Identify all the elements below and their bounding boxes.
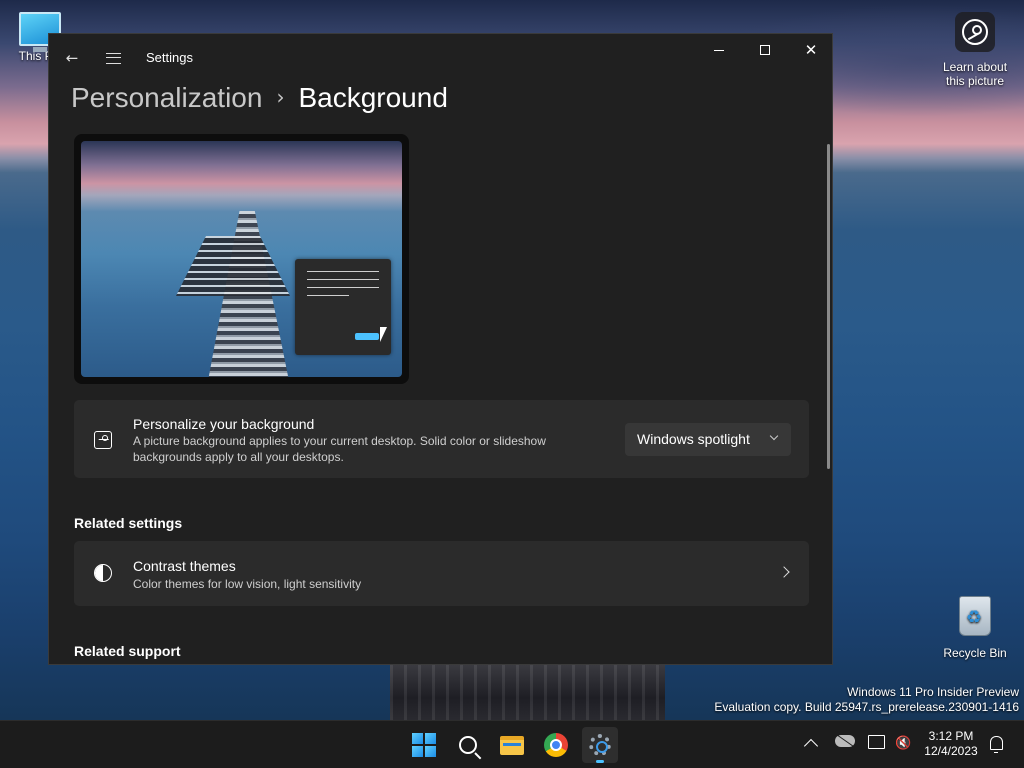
chevron-down-icon: [769, 431, 779, 441]
chrome-button[interactable]: [538, 727, 574, 763]
onedrive-icon[interactable]: [835, 735, 855, 747]
close-icon: ✕: [804, 41, 818, 59]
breadcrumb-chevron-icon: ›: [276, 85, 285, 109]
build-watermark: Windows 11 Pro Insider Preview Evaluatio…: [714, 685, 1019, 715]
watermark-line: Windows 11 Pro Insider Preview: [847, 685, 1019, 699]
background-type-dropdown[interactable]: Windows spotlight: [625, 423, 791, 456]
contrast-icon: [94, 564, 112, 582]
chevron-right-icon: [778, 566, 790, 578]
clock-time: 3:12 PM: [928, 729, 974, 743]
search-button[interactable]: [450, 727, 486, 763]
desktop-icon-learn-about-picture[interactable]: Learn about this picture: [936, 12, 1014, 88]
contrast-themes-description: Color themes for low vision, light sensi…: [133, 577, 362, 591]
breadcrumb: Personalization › Background: [71, 80, 448, 118]
volume-muted-icon[interactable]: 🔇: [895, 736, 911, 751]
minimize-button[interactable]: [696, 34, 742, 66]
settings-window: ← Settings ✕ Personalization › Background: [48, 33, 833, 665]
contrast-themes-title: Contrast themes: [133, 558, 236, 574]
dropdown-value: Windows spotlight: [637, 431, 750, 447]
active-app-indicator: [596, 760, 604, 763]
desktop-icon-label: this picture: [945, 74, 1005, 88]
spotlight-icon: [955, 12, 995, 52]
maximize-button[interactable]: [742, 34, 788, 66]
gear-icon: [589, 734, 611, 756]
nav-menu-button[interactable]: [99, 44, 127, 72]
maximize-icon: [760, 45, 770, 55]
window-title: Settings: [146, 50, 193, 65]
preview-window-mockup: [295, 259, 391, 355]
folder-icon: [500, 735, 524, 755]
start-button[interactable]: [406, 727, 442, 763]
background-card-description: A picture background applies to your cur…: [133, 434, 546, 464]
scrollbar[interactable]: [827, 144, 830, 469]
clock[interactable]: 3:12 PM 12/4/2023: [915, 729, 987, 759]
close-button[interactable]: ✕: [788, 34, 832, 66]
hamburger-icon: [105, 52, 121, 64]
taskbar: 🔇 3:12 PM 12/4/2023: [0, 720, 1024, 768]
title-bar: ← Settings ✕: [49, 34, 832, 82]
preview-pier-planks: [176, 236, 290, 296]
back-button[interactable]: ←: [58, 44, 86, 72]
background-card-title: Personalize your background: [133, 416, 315, 432]
minimize-icon: [714, 49, 724, 51]
show-hidden-icons-button[interactable]: [803, 738, 819, 754]
windows-logo-icon: [412, 733, 436, 757]
related-settings-heading: Related settings: [74, 515, 183, 531]
back-arrow-icon: ←: [65, 49, 79, 67]
watermark-line: Evaluation copy. Build 25947.rs_prerelea…: [714, 700, 1019, 714]
search-icon: [459, 736, 477, 754]
wallpaper-pier: [390, 665, 665, 720]
clock-date: 12/4/2023: [924, 744, 978, 758]
preview-accent-button: [355, 333, 379, 340]
desktop-icon-recycle-bin[interactable]: Recycle Bin: [942, 596, 1008, 660]
mouse-cursor-icon: [380, 327, 392, 342]
recycle-bin-icon: [959, 596, 991, 636]
preview-image: [81, 141, 402, 377]
desktop-icon-label: Recycle Bin: [943, 646, 1007, 660]
file-explorer-button[interactable]: [494, 727, 530, 763]
picture-icon: [94, 431, 112, 449]
contrast-themes-link[interactable]: Contrast themes Color themes for low vis…: [74, 541, 809, 606]
settings-app-button[interactable]: [582, 727, 618, 763]
breadcrumb-personalization[interactable]: Personalization: [71, 82, 262, 113]
desktop-icon-label: Learn about: [942, 60, 1008, 74]
related-support-heading: Related support: [74, 643, 181, 659]
personalize-background-card: Personalize your background A picture ba…: [74, 400, 809, 478]
network-icon[interactable]: [868, 735, 885, 749]
chrome-icon: [544, 733, 568, 757]
background-preview: [74, 134, 409, 384]
page-title: Background: [298, 82, 448, 113]
notification-bell-icon[interactable]: [990, 736, 1003, 753]
